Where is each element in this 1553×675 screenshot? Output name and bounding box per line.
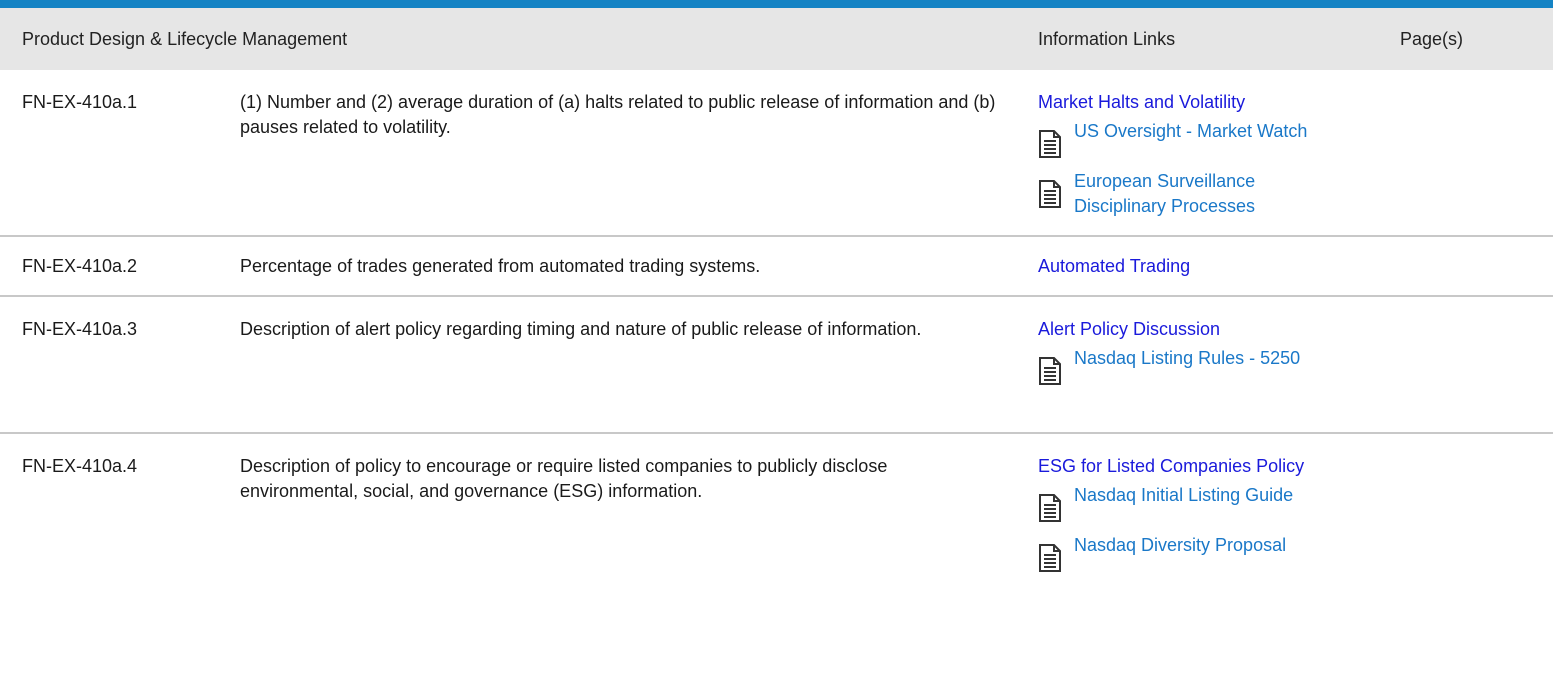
link-market-halts-volatility[interactable]: Market Halts and Volatility — [1038, 90, 1400, 115]
sub-link-item: US Oversight - Market Watch — [1038, 119, 1400, 159]
table-row: FN-EX-410a.4 Description of policy to en… — [0, 434, 1553, 675]
sub-link-item: European Surveillance Disciplinary Proce… — [1038, 169, 1400, 219]
metric-description: Description of policy to encourage or re… — [240, 456, 888, 501]
document-icon — [1039, 180, 1061, 208]
metric-code: FN-EX-410a.2 — [22, 256, 138, 276]
sub-link-item: Nasdaq Diversity Proposal — [1038, 533, 1400, 573]
link-esg-listed-companies-policy[interactable]: ESG for Listed Companies Policy — [1038, 454, 1400, 479]
link-nasdaq-diversity-proposal[interactable]: Nasdaq Diversity Proposal — [1074, 533, 1314, 558]
header-information-links: Information Links — [1038, 28, 1176, 49]
information-links: Automated Trading — [1038, 237, 1400, 295]
link-european-surveillance[interactable]: European Surveillance Disciplinary Proce… — [1074, 169, 1314, 219]
document-icon — [1039, 130, 1061, 158]
table-row: FN-EX-410a.2 Percentage of trades genera… — [0, 237, 1553, 297]
metric-description: Percentage of trades generated from auto… — [240, 256, 761, 276]
link-nasdaq-initial-listing-guide[interactable]: Nasdaq Initial Listing Guide — [1074, 483, 1314, 508]
metric-description: (1) Number and (2) average duration of (… — [240, 92, 996, 137]
link-nasdaq-listing-rules-5250[interactable]: Nasdaq Listing Rules - 5250 — [1074, 346, 1314, 371]
link-us-oversight-market-watch[interactable]: US Oversight - Market Watch — [1074, 119, 1314, 144]
metric-description: Description of alert policy regarding ti… — [240, 319, 922, 339]
document-icon — [1039, 357, 1061, 385]
pages-cell — [1400, 70, 1553, 235]
table-header: Product Design & Lifecycle Management In… — [0, 8, 1553, 70]
information-links: Market Halts and Volatility US Oversight… — [1038, 70, 1400, 235]
metric-code: FN-EX-410a.3 — [22, 319, 138, 339]
information-links: ESG for Listed Companies Policy Nasdaq I… — [1038, 434, 1400, 675]
metric-code: FN-EX-410a.4 — [22, 456, 138, 476]
header-pages: Page(s) — [1400, 28, 1464, 49]
sasb-index-page: Product Design & Lifecycle Management In… — [0, 0, 1553, 675]
link-automated-trading[interactable]: Automated Trading — [1038, 254, 1400, 279]
table-row: FN-EX-410a.1 (1) Number and (2) average … — [0, 70, 1553, 237]
document-icon — [1039, 544, 1061, 572]
sub-link-item: Nasdaq Listing Rules - 5250 — [1038, 346, 1400, 386]
pages-cell — [1400, 237, 1553, 295]
link-alert-policy-discussion[interactable]: Alert Policy Discussion — [1038, 317, 1400, 342]
table-row: FN-EX-410a.3 Description of alert policy… — [0, 297, 1553, 434]
information-links: Alert Policy Discussion Nasdaq Listing R… — [1038, 297, 1400, 432]
pages-cell — [1400, 297, 1553, 432]
metric-code: FN-EX-410a.1 — [22, 92, 138, 112]
document-icon — [1039, 494, 1061, 522]
header-section-title: Product Design & Lifecycle Management — [22, 28, 348, 49]
pages-cell — [1400, 434, 1553, 675]
sub-link-item: Nasdaq Initial Listing Guide — [1038, 483, 1400, 523]
